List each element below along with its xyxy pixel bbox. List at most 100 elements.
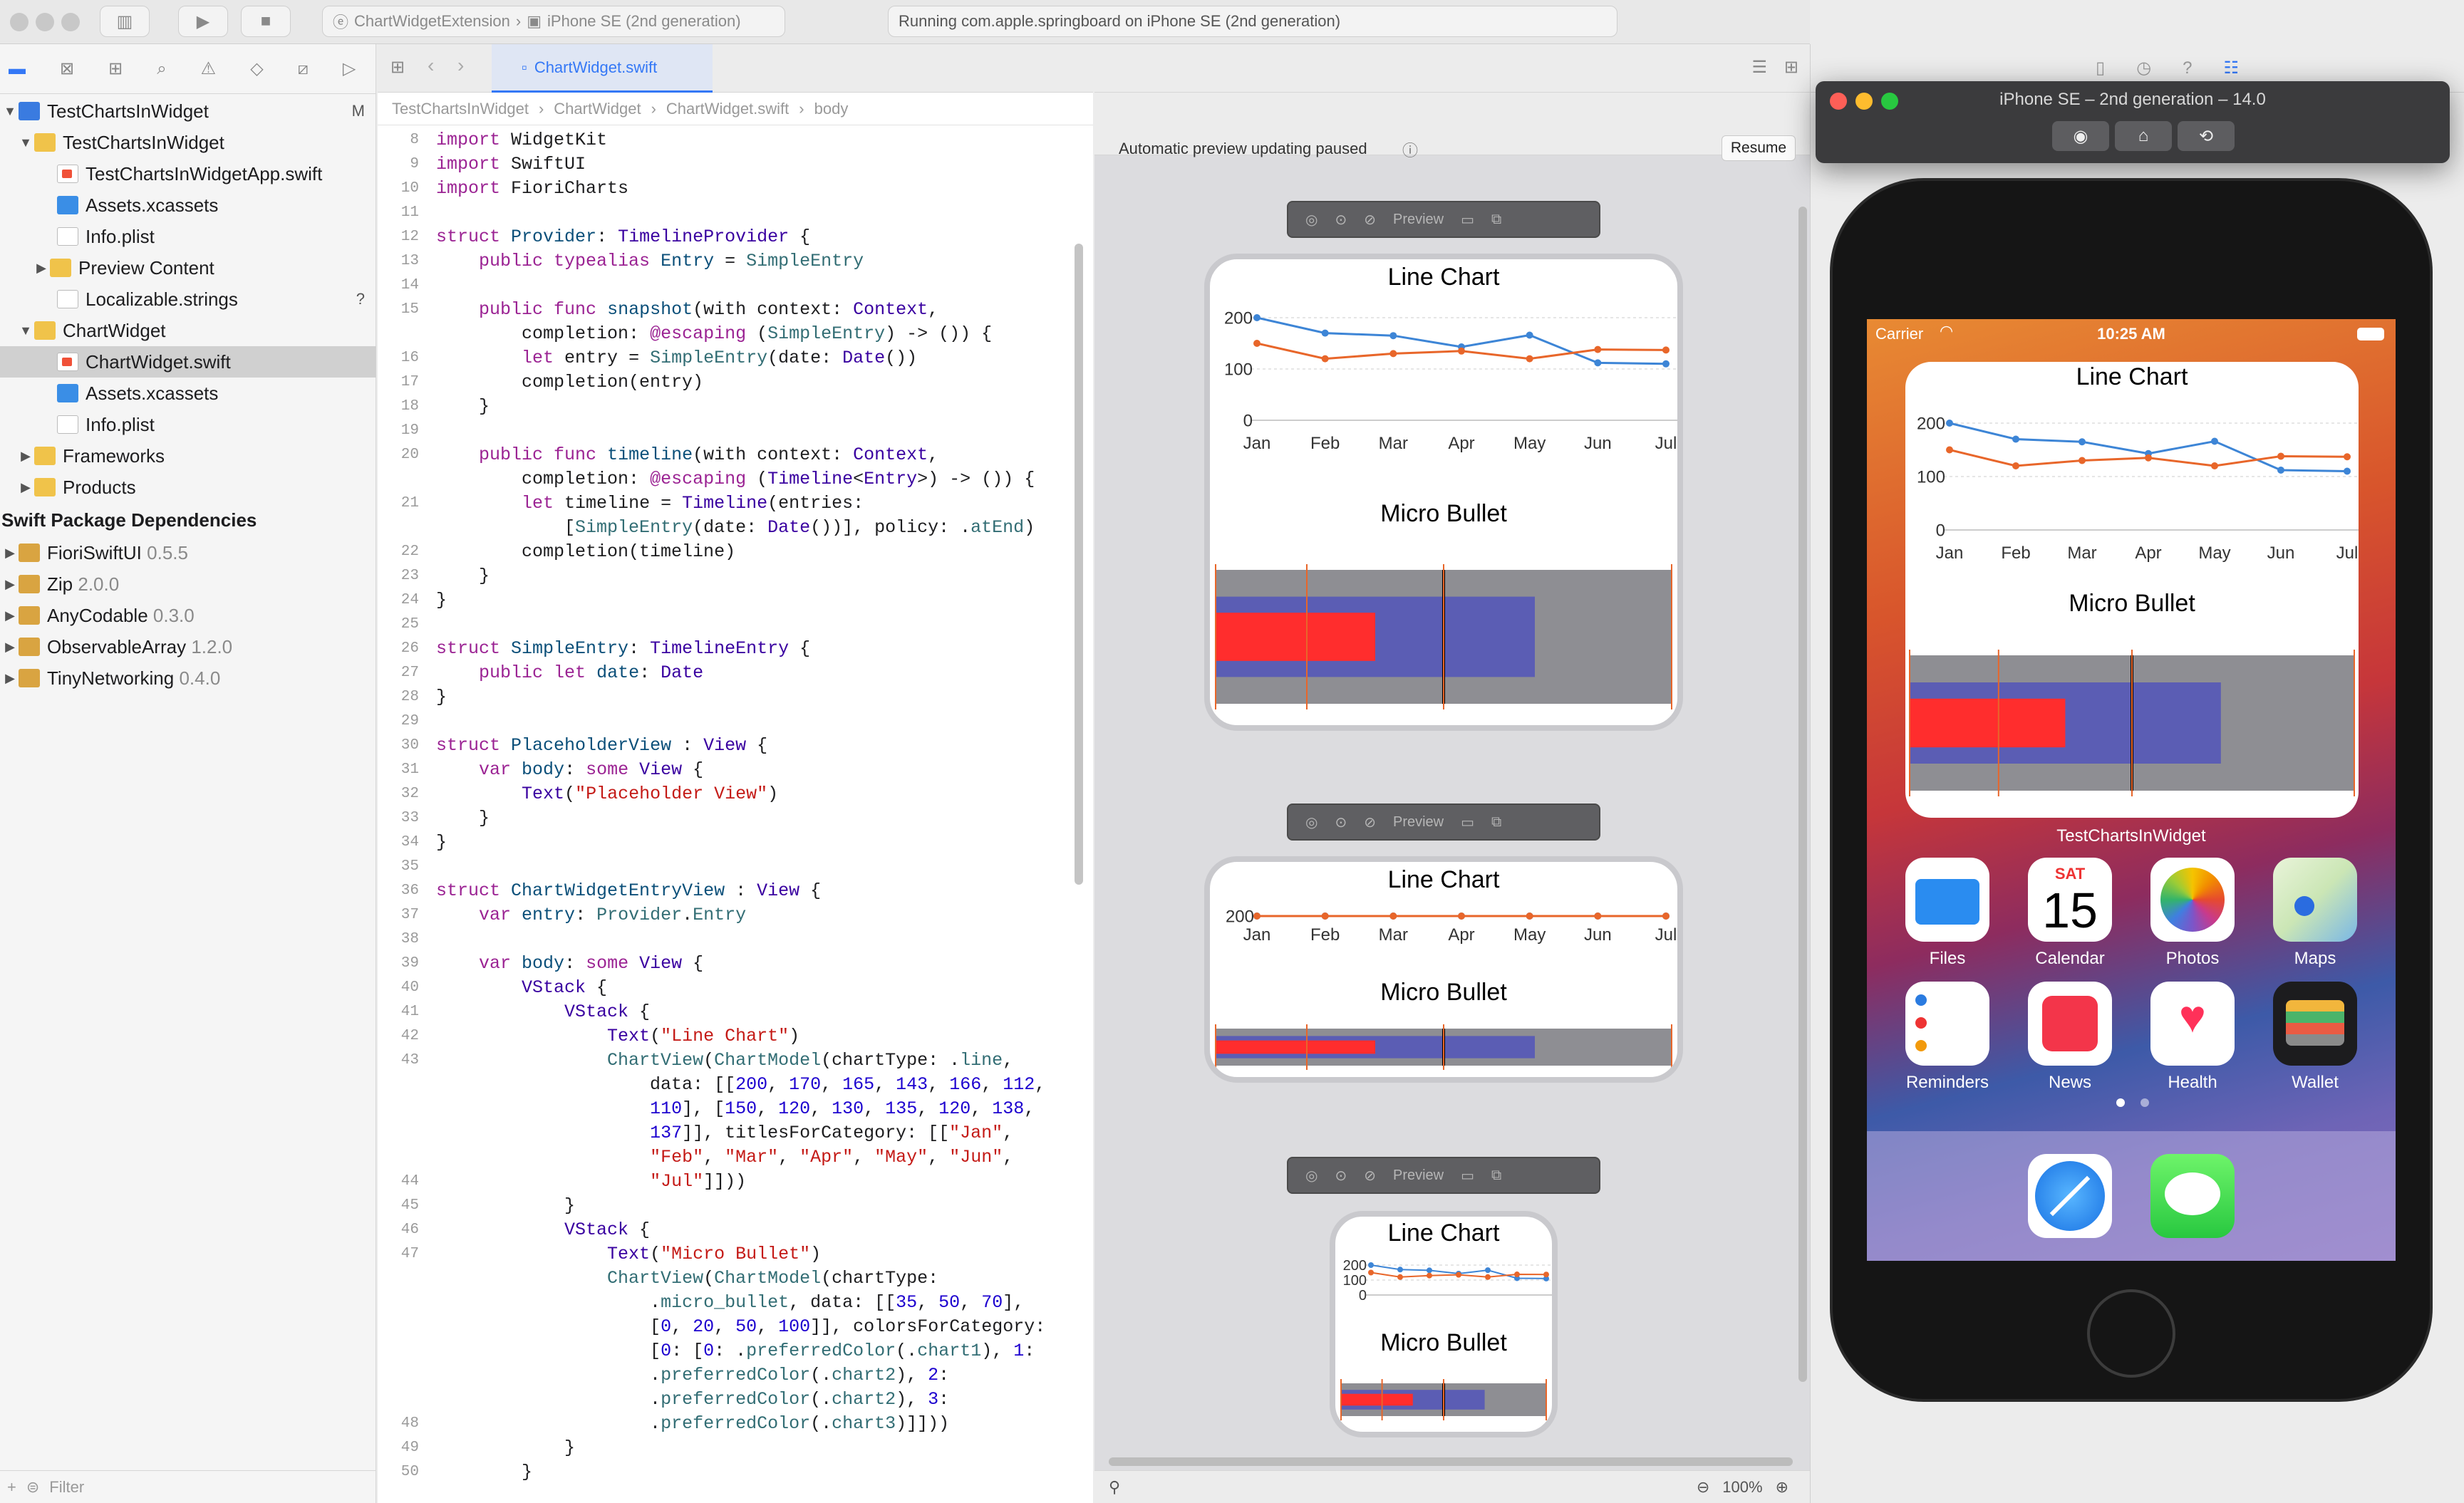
debug-icon[interactable]: ⧄ [298, 59, 309, 79]
reminders-icon[interactable] [1905, 982, 1989, 1066]
forward-icon[interactable]: › [457, 54, 464, 77]
package-item[interactable]: ▶ ObservableArray 1.2.0 [0, 631, 376, 662]
code-line[interactable]: .micro_bullet, data: [[35, 50, 70], [378, 1291, 1093, 1315]
code-line[interactable]: 41 VStack { [378, 1000, 1093, 1024]
inspect-icon[interactable]: ⊙ [1335, 1167, 1347, 1185]
code-line[interactable]: 32 Text("Placeholder View") [378, 782, 1093, 806]
editor-scrollbar[interactable] [1075, 244, 1083, 885]
breadcrumb-item[interactable]: TestChartsInWidget [392, 100, 529, 118]
code-line[interactable]: 50 } [378, 1460, 1093, 1484]
disclosure-closed-icon[interactable]: ▶ [17, 449, 34, 464]
code-line[interactable]: 36 struct ChartWidgetEntryView : View { [378, 879, 1093, 903]
attributes-icon[interactable]: ☷ [2224, 58, 2240, 78]
code-line[interactable]: 29 [378, 709, 1093, 734]
disclosure-closed-icon[interactable]: ▶ [1, 577, 19, 592]
canvas-vertical-scrollbar[interactable] [1798, 207, 1807, 1382]
disclosure-closed-icon[interactable]: ▶ [1, 608, 19, 623]
code-line[interactable]: 22 completion(timeline) [378, 540, 1093, 564]
live-preview-icon[interactable]: ◎ [1305, 1167, 1318, 1185]
live-preview-icon[interactable]: ◎ [1305, 211, 1318, 229]
tree-item-file[interactable]: Localizable.strings ? [0, 284, 376, 315]
home-widget[interactable]: Line Chart 0 100 200 Jan Feb Mar Apr May Jun Jul … [1905, 362, 2359, 818]
code-line[interactable]: [0: [0: .preferredColor(.chart1), 1: [378, 1339, 1093, 1363]
code-line[interactable]: 44 "Jul"]])) [378, 1170, 1093, 1194]
health-icon[interactable]: ♥ [2150, 982, 2235, 1066]
tree-item-group[interactable]: ▶ Products [0, 472, 376, 503]
wallet-icon[interactable] [2273, 982, 2357, 1066]
tree-item-group[interactable]: ▶ Preview Content [0, 252, 376, 284]
code-line[interactable]: 46 VStack { [378, 1218, 1093, 1242]
zoom-out-icon[interactable]: ⊖ [1697, 1478, 1709, 1497]
package-item[interactable]: ▶ TinyNetworking 0.4.0 [0, 662, 376, 694]
maps-icon[interactable] [2273, 858, 2357, 942]
add-icon[interactable]: + [7, 1478, 16, 1497]
code-line[interactable] [378, 1484, 1093, 1503]
breadcrumb-item[interactable]: body [814, 100, 849, 118]
code-line[interactable]: 8 import WidgetKit [378, 128, 1093, 152]
breadcrumb-item[interactable]: ChartWidget.swift [666, 100, 789, 118]
filter-input[interactable]: Filter [49, 1478, 84, 1497]
breadcrumb-item[interactable]: ChartWidget [554, 100, 641, 118]
tree-item-group[interactable]: ▶ Frameworks [0, 440, 376, 472]
duplicate-preview-icon[interactable]: ⧉ [1491, 814, 1501, 831]
screenshot-icon[interactable]: ◉ [2052, 121, 2109, 151]
code-line[interactable]: 33 } [378, 806, 1093, 831]
tree-item-group[interactable]: ▼ ChartWidget [0, 315, 376, 346]
code-line[interactable]: 24} [378, 588, 1093, 613]
search-icon[interactable]: ⌕ [157, 59, 166, 79]
code-line[interactable]: "Feb", "Mar", "Apr", "May", "Jun", [378, 1145, 1093, 1170]
code-line[interactable]: 49 } [378, 1436, 1093, 1460]
code-line[interactable]: 110], [150, 120, 130, 135, 120, 138, [378, 1097, 1093, 1121]
symbol-icon[interactable]: ⊞ [108, 58, 123, 79]
code-area[interactable]: 8 import WidgetKit 9 import SwiftUI 10 import… [378, 128, 1093, 1503]
calendar-icon[interactable]: SAT 15 [2028, 858, 2112, 942]
code-line[interactable]: 19 [378, 419, 1093, 443]
tree-item-project[interactable]: ▼ TestChartsInWidget M [0, 95, 376, 127]
code-line[interactable]: 37 var entry: Provider.Entry [378, 903, 1093, 927]
zoom-level[interactable]: 100% [1722, 1478, 1762, 1497]
code-line[interactable]: 48 .preferredColor(.chart3)]])) [378, 1412, 1093, 1436]
filter-icon[interactable]: ⊜ [26, 1478, 39, 1497]
disclosure-open-icon[interactable]: ▼ [17, 323, 34, 338]
tree-item-file[interactable]: Info.plist [0, 221, 376, 252]
folder-icon[interactable]: ▬ [9, 59, 26, 79]
code-line[interactable]: .preferredColor(.chart2), 3: [378, 1388, 1093, 1412]
add-editor-icon[interactable]: ⊞ [1784, 57, 1798, 78]
files-icon[interactable] [1905, 858, 1989, 942]
code-line[interactable]: 38 [378, 927, 1093, 952]
code-line[interactable]: 12 struct Provider: TimelineProvider { [378, 225, 1093, 249]
code-line[interactable]: completion: @escaping (SimpleEntry) -> (… [378, 322, 1093, 346]
source-control-icon[interactable]: ⊠ [60, 58, 74, 79]
disclosure-closed-icon[interactable]: ▶ [1, 640, 19, 655]
disclosure-closed-icon[interactable]: ▶ [1, 671, 19, 686]
resume-button[interactable]: Resume [1722, 135, 1796, 161]
inspect-icon[interactable]: ⊙ [1335, 211, 1347, 229]
code-line[interactable]: 47 Text("Micro Bullet") [378, 1242, 1093, 1267]
code-line[interactable]: 31 var body: some View { [378, 758, 1093, 782]
tree-item-file[interactable]: Assets.xcassets [0, 189, 376, 221]
disclosure-open-icon[interactable]: ▼ [1, 104, 19, 119]
device-settings-icon[interactable]: ▭ [1461, 211, 1474, 229]
zoom-in-icon[interactable]: ⊕ [1776, 1478, 1789, 1497]
code-line[interactable]: 43 ChartView(ChartModel(chartType: .line… [378, 1049, 1093, 1073]
package-item[interactable]: ▶ FioriSwiftUI 0.5.5 [0, 537, 376, 568]
canvas-horizontal-scrollbar[interactable] [1109, 1457, 1793, 1466]
code-line[interactable]: 16 let entry = SimpleEntry(date: Date()) [378, 346, 1093, 370]
stop-button[interactable]: ■ [241, 6, 291, 37]
code-line[interactable]: 11 [378, 201, 1093, 225]
code-line[interactable]: 10 import FioriCharts [378, 177, 1093, 201]
code-line[interactable]: 20 public func timeline(with context: Co… [378, 443, 1093, 467]
tree-item-file[interactable]: Assets.xcassets [0, 378, 376, 409]
inspect-icon[interactable]: ⊙ [1335, 813, 1347, 831]
code-line[interactable]: 26 struct SimpleEntry: TimelineEntry { [378, 637, 1093, 661]
code-line[interactable]: 23 } [378, 564, 1093, 588]
code-line[interactable]: 17 completion(entry) [378, 370, 1093, 395]
pin-icon[interactable]: ⚲ [1109, 1478, 1120, 1497]
code-line[interactable]: 137]], titlesForCategory: [["Jan", [378, 1121, 1093, 1145]
minimize-window-button[interactable] [36, 13, 54, 31]
duplicate-preview-icon[interactable]: ⧉ [1491, 1167, 1501, 1184]
live-preview-icon[interactable]: ◎ [1305, 813, 1318, 831]
tree-item-file[interactable]: Info.plist [0, 409, 376, 440]
code-line[interactable]: 9 import SwiftUI [378, 152, 1093, 177]
code-line[interactable]: 18 } [378, 395, 1093, 419]
